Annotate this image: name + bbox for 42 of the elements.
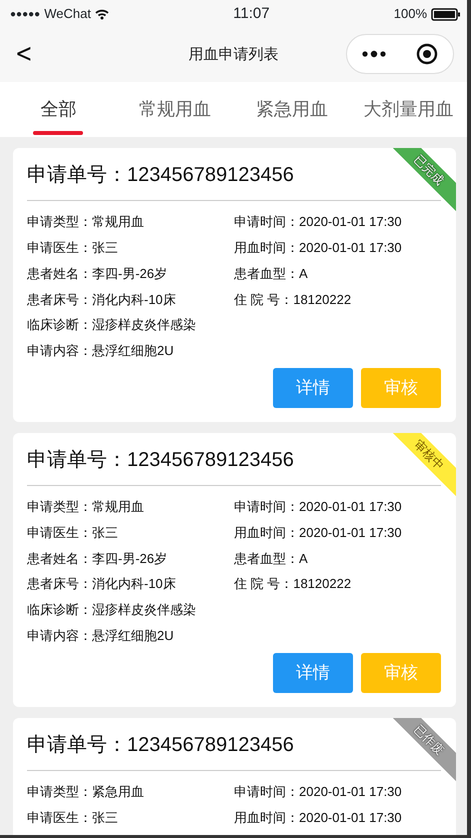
field-text: 患者血型：A [234, 550, 309, 568]
page-title: 用血申请列表 [188, 44, 278, 65]
field-text: 申请医生：张三 [27, 524, 119, 542]
more-icon[interactable] [362, 50, 386, 58]
field-text: 临床诊断：湿疹样皮炎伴感染 [27, 316, 197, 334]
field-text: 申请时间：2020-01-01 17:30 [234, 498, 403, 516]
tab[interactable]: 紧急用血 [234, 82, 350, 137]
carrier-label: WeChat [44, 5, 91, 24]
field-text: 患者血型：A [234, 264, 309, 283]
detail-button[interactable]: 详情 [273, 652, 353, 693]
order-number: 申请单号：123456789123456 [27, 448, 294, 471]
field-text: 申请类型：常规用血 [27, 213, 145, 232]
field-text: 申请内容：悬浮红细胞2U [27, 626, 175, 645]
field-text: 申请内容：悬浮红细胞2U [27, 342, 175, 360]
field-text: 申请类型：常规用血 [27, 498, 145, 516]
field-text: 住 院 号：18120222 [234, 575, 352, 594]
field-text: 患者床号：消化内科-10床 [27, 290, 177, 309]
wifi-icon [94, 8, 109, 20]
battery-icon [431, 8, 461, 20]
field-text: 临床诊断：湿疹样皮炎伴感染 [27, 601, 197, 620]
detail-button[interactable]: 详情 [273, 368, 353, 408]
field-text: 住 院 号：18120222 [234, 290, 352, 309]
order-number: 申请单号：123456789123456 [27, 734, 294, 756]
tab[interactable]: 常规用血 [116, 82, 234, 137]
field-text: 患者姓名：李四-男-26岁 [27, 550, 168, 568]
field-text: 用血时间：2020-01-01 17:30 [234, 808, 403, 826]
back-button[interactable]: < [14, 38, 34, 70]
clock: 11:07 [232, 4, 271, 24]
battery-percent: 100% [394, 5, 427, 24]
tab[interactable]: 大剂量用血 [350, 82, 467, 137]
order-number: 申请单号：123456789123456 [27, 164, 294, 186]
field-text: 申请类型：紧急用血 [27, 782, 145, 801]
field-text: 申请时间：2020-01-01 17:30 [234, 782, 403, 801]
field-text: 申请医生：张三 [27, 238, 119, 257]
field-text: 患者姓名：李四-男-26岁 [27, 264, 168, 283]
signal-icon: ●●●●● [10, 6, 40, 22]
field-text: 申请时间：2020-01-01 17:30 [234, 213, 403, 232]
field-text: 用血时间：2020-01-01 17:30 [234, 524, 403, 542]
field-text: 患者床号：消化内科-10床 [27, 575, 177, 594]
field-text: 申请医生：张三 [27, 808, 119, 826]
tab[interactable]: 全部 [0, 82, 117, 137]
field-text: 用血时间：2020-01-01 17:30 [234, 238, 403, 257]
